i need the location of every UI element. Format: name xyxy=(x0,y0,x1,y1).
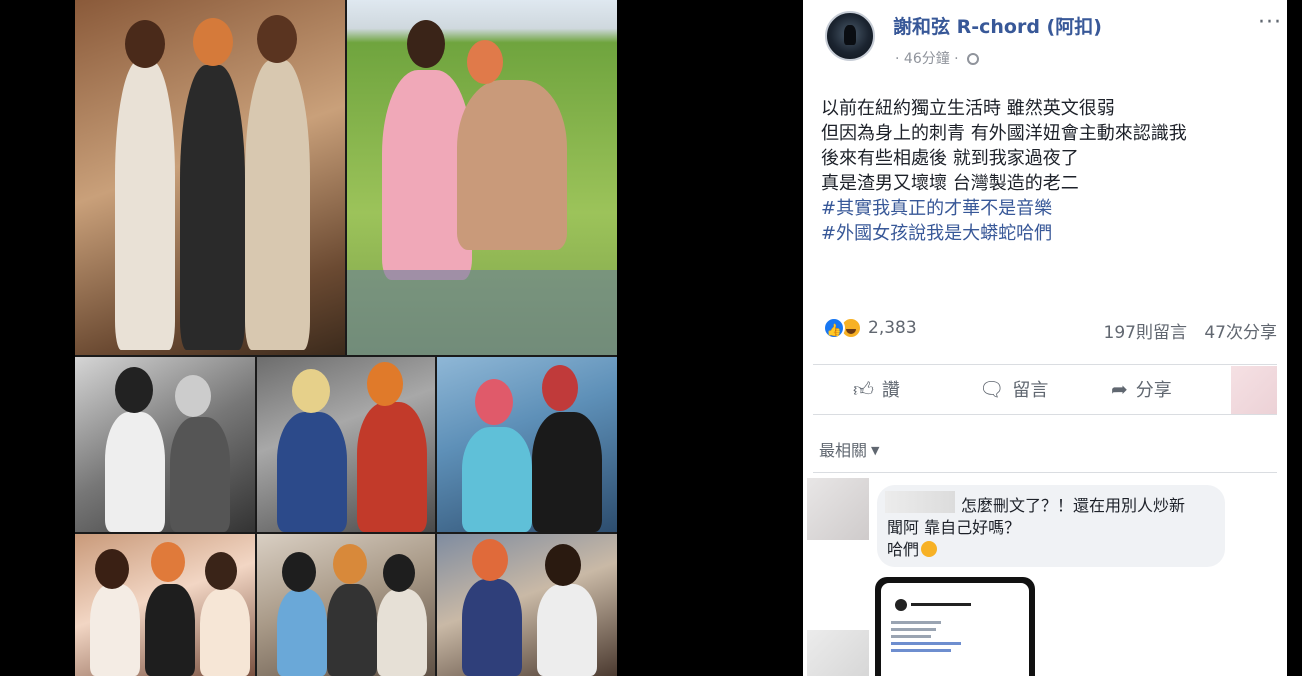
photo-collage[interactable] xyxy=(75,0,617,676)
share-arrow-icon: ➦ xyxy=(1111,377,1128,401)
like-reaction-icon: 👍 xyxy=(823,317,845,339)
post-action-bar: 👍︎ 讚 🗨︎ 留言 ➦ 分享 xyxy=(803,366,1287,414)
screenshot-hashtag-line xyxy=(891,649,951,652)
comment-line: 聞阿 靠自己好嗎？ xyxy=(887,518,1021,537)
speech-bubble-icon: 🗨︎ xyxy=(979,377,1005,401)
post-text-line: 以前在紐約獨立生活時 雖然英文很弱 xyxy=(821,98,1115,119)
comment-count-link[interactable]: 197則留言 xyxy=(1104,323,1187,343)
engagement-counts: 197則留言 47次分享 xyxy=(1092,318,1278,343)
author-name[interactable]: 謝和弦 R-chord (阿扣) xyxy=(893,12,1102,39)
comment-bubble: 怎麼刪文了？！還在用別人炒新 聞阿 靠自己好嗎？ 哈們 xyxy=(877,485,1225,567)
comment-button[interactable]: 🗨︎ 留言 xyxy=(979,376,1048,402)
more-options-icon[interactable]: ··· xyxy=(1258,10,1282,35)
post-text-line: 但因為身上的刺青 有外國洋妞會主動來認識我 xyxy=(821,123,1187,144)
globe-icon xyxy=(967,53,980,65)
divider xyxy=(813,414,1277,415)
commenter-avatar-blurred[interactable] xyxy=(807,478,869,540)
screenshot-text-line xyxy=(891,635,931,638)
author-avatar[interactable] xyxy=(825,11,875,61)
collage-photo-4[interactable] xyxy=(257,357,435,532)
comment-line-last: 哈們 xyxy=(887,539,1217,561)
collage-photo-8[interactable] xyxy=(437,534,617,676)
blurred-region xyxy=(1231,366,1277,414)
divider xyxy=(813,472,1277,473)
commenter-avatar-blurred[interactable] xyxy=(807,630,869,676)
divider xyxy=(813,364,1277,365)
collage-photo-1[interactable] xyxy=(75,0,345,355)
collage-photo-3[interactable] xyxy=(75,357,255,532)
laughing-emoji-icon xyxy=(921,541,938,557)
share-button-label: 分享 xyxy=(1135,380,1172,401)
reaction-count: 2,383 xyxy=(868,318,917,338)
share-count-link[interactable]: 47次分享 xyxy=(1204,323,1277,343)
comment-sort-dropdown[interactable]: 最相關 ▼ xyxy=(819,437,879,461)
comment-line: 怎麼刪文了？！還在用別人炒新 xyxy=(961,496,1186,515)
collage-photo-6[interactable] xyxy=(75,534,255,676)
collage-photo-2[interactable] xyxy=(347,0,617,355)
screenshot-text-line xyxy=(891,621,941,624)
screenshot-text-line xyxy=(891,628,936,631)
post-text: 以前在紐約獨立生活時 雖然英文很弱 但因為身上的刺青 有外國洋妞會主動來認識我 … xyxy=(821,96,1281,246)
thumb-up-icon: 👍︎ xyxy=(853,376,874,401)
screenshot-hashtag-line xyxy=(891,642,961,645)
comment-button-label: 留言 xyxy=(1012,380,1049,401)
like-button-label: 讚 xyxy=(881,380,900,401)
collage-photo-7[interactable] xyxy=(257,534,435,676)
hashtag-link[interactable]: #其實我真正的才華不是音樂 xyxy=(821,196,1281,221)
phone-screen xyxy=(881,583,1029,676)
share-button[interactable]: ➦ 分享 xyxy=(1111,376,1172,402)
post-timestamp[interactable]: · 46分鐘 · xyxy=(895,51,959,67)
hashtag-link[interactable]: #外國女孩說我是大蟒蛇哈們 xyxy=(821,221,1281,246)
like-button[interactable]: 👍︎ 讚 xyxy=(853,376,900,402)
screenshot-avatar xyxy=(895,599,907,611)
post-text-line: 後來有些相處後 就到我家過夜了 xyxy=(821,148,1079,169)
reaction-summary[interactable]: 👍 2,383 xyxy=(823,317,917,339)
caret-down-icon: ▼ xyxy=(871,444,880,457)
collage-photo-5[interactable] xyxy=(437,357,617,532)
comment-attached-screenshot[interactable] xyxy=(875,577,1035,676)
sort-label: 最相關 xyxy=(819,441,868,460)
post-meta: · 46分鐘 · xyxy=(895,48,980,68)
screenshot-name-line xyxy=(911,603,971,606)
comment-text: 怎麼刪文了？！還在用別人炒新 聞阿 靠自己好嗎？ 哈們 xyxy=(887,495,1217,561)
facebook-post: 謝和弦 R-chord (阿扣) · 46分鐘 · ··· 以前在紐約獨立生活時… xyxy=(803,0,1287,676)
post-text-line: 真是渣男又壞壞 台灣製造的老二 xyxy=(821,173,1079,194)
